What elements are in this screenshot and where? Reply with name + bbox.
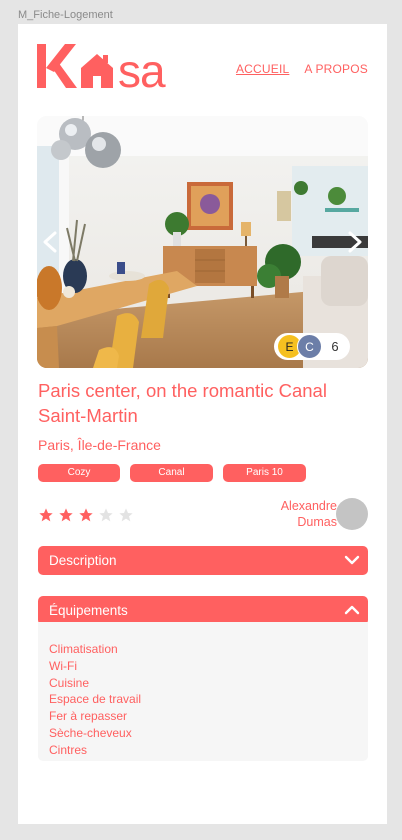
equipment-item: Fer à repasser <box>49 709 128 724</box>
equipment-item: Climatisation <box>49 642 118 656</box>
chevron-right-icon[interactable] <box>345 230 365 254</box>
listing-page: sa ACCUEIL A PROPOS E C 6 Paris center, … <box>18 24 387 824</box>
description-label: Description <box>49 553 117 568</box>
chevron-left-icon[interactable] <box>40 230 60 254</box>
tag: Canal <box>130 464 213 482</box>
equipments-list: Climatisation Wi-Fi Cuisine Espace de tr… <box>49 641 357 759</box>
host-first-name: Alexandre <box>280 499 337 513</box>
rating <box>38 507 134 523</box>
equipments-label: Équipements <box>49 603 128 618</box>
tag-list: Cozy Canal Paris 10 <box>38 464 306 482</box>
equipment-item: Sèche-cheveux <box>49 725 132 740</box>
nav-link-a-propos[interactable]: A PROPOS <box>304 62 368 76</box>
viewer-avatar: C <box>297 334 322 359</box>
star-filled-icon <box>79 508 93 522</box>
equipment-item: Cintres <box>49 742 88 757</box>
tag: Paris 10 <box>223 464 306 482</box>
star-filled-icon <box>59 508 73 522</box>
svg-text:sa: sa <box>118 45 166 90</box>
chevron-up-icon <box>344 605 360 615</box>
equipment-item: Wi-Fi <box>49 658 77 673</box>
photo-gallery: E C 6 <box>37 116 368 368</box>
host-last-name: Dumas <box>297 515 337 529</box>
equipment-item: Cuisine <box>49 675 90 690</box>
listing-photo <box>37 116 368 368</box>
star-filled-icon <box>39 508 53 522</box>
host-avatar <box>336 498 368 530</box>
frame-label: M_Fiche-Logement <box>18 9 113 21</box>
tag: Cozy <box>38 464 120 482</box>
listing-title: Paris center, on the romantic Canal Sain… <box>38 380 327 426</box>
viewers-badge[interactable]: E C 6 <box>274 333 350 360</box>
listing-location: Paris, Île-de-France <box>38 437 161 453</box>
equipments-content: Climatisation Wi-Fi Cuisine Espace de tr… <box>38 622 368 761</box>
description-toggle[interactable]: Description <box>38 546 368 575</box>
viewer-count: 6 <box>331 339 339 354</box>
star-empty-icon <box>119 508 133 522</box>
kasa-logo[interactable]: sa <box>37 42 183 90</box>
equipments-toggle[interactable]: Équipements <box>38 596 368 625</box>
nav-link-accueil[interactable]: ACCUEIL <box>236 62 289 76</box>
chevron-down-icon <box>344 555 360 565</box>
equipment-item: Espace de travail <box>49 692 142 707</box>
star-empty-icon <box>99 508 113 522</box>
host-name: Alexandre Dumas <box>281 498 337 530</box>
main-nav: ACCUEIL A PROPOS <box>236 62 368 76</box>
